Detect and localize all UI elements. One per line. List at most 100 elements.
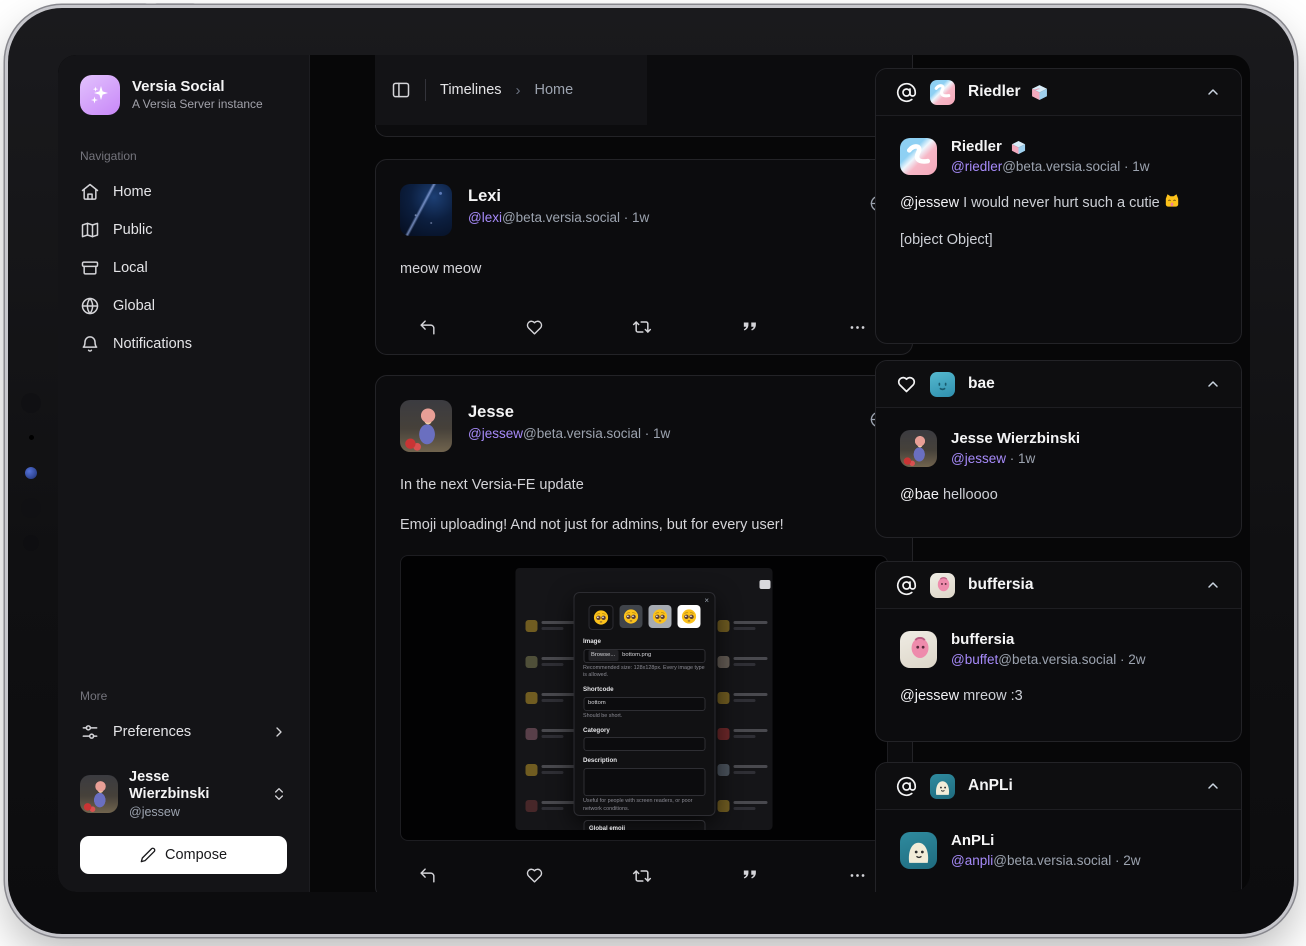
quote-icon[interactable] — [739, 865, 761, 887]
global-emoji-setting: Global emoji Can be used by every user, … — [583, 820, 705, 830]
panel-left-icon[interactable] — [391, 80, 411, 100]
user-name: Jesse Wierzbinski — [129, 769, 249, 804]
setting-label: Global emoji — [589, 825, 680, 830]
boost-icon[interactable] — [631, 316, 653, 338]
notification-header[interactable]: AnPLi — [876, 763, 1241, 810]
notification-text: @bae helloooo — [900, 484, 1217, 507]
post-card: Lexi @lexi@beta.versia.social · 1w meow … — [375, 159, 913, 355]
sidebar-item-local[interactable]: Local — [80, 249, 287, 287]
neocat-mlem-emoji — [1163, 192, 1181, 210]
sidebar-item-home[interactable]: Home — [80, 173, 287, 211]
shortcode-input: bottom — [583, 697, 705, 711]
reply-icon[interactable] — [416, 865, 438, 887]
more-icon[interactable] — [846, 316, 868, 338]
notification-handle: @anpli@beta.versia.social · 2w — [951, 853, 1141, 868]
notification-title: bae — [968, 375, 995, 393]
notification-card: Riedler Riedler @riedler@beta.versia.soc… — [875, 68, 1242, 344]
sidebar-item-public[interactable]: Public — [80, 211, 287, 249]
like-icon[interactable] — [524, 316, 546, 338]
post-author[interactable]: Lexi — [468, 186, 649, 207]
avatar[interactable] — [400, 400, 452, 452]
notification-author[interactable]: AnPLi — [951, 832, 994, 851]
notification-card: bae Jesse Wierzbinski @jessew · 1w @bae … — [875, 360, 1242, 538]
compose-button[interactable]: Compose — [80, 836, 287, 874]
notification-handle: @jessew · 1w — [951, 451, 1080, 466]
sidebar-item-preferences[interactable]: Preferences — [80, 713, 287, 751]
at-sign-icon — [896, 82, 917, 103]
sidebar-item-notifications[interactable]: Notifications — [80, 325, 287, 363]
more-icon[interactable] — [846, 865, 868, 887]
home-icon — [80, 182, 100, 202]
chevron-up-icon[interactable] — [1205, 84, 1221, 100]
sidebar: Versia Social A Versia Server instance N… — [58, 55, 310, 892]
post-author[interactable]: Jesse — [468, 402, 670, 423]
avatar[interactable] — [900, 430, 937, 467]
reply-icon[interactable] — [416, 316, 438, 338]
emoji-preview-tiles — [583, 605, 705, 630]
post-text: Emoji uploading! And not just for admins… — [400, 514, 888, 536]
sidebar-item-label: Notifications — [113, 336, 192, 352]
camera-lens — [21, 393, 41, 413]
camera-lens — [23, 535, 39, 551]
pencil-icon — [140, 847, 156, 863]
notification-title: AnPLi — [968, 777, 1013, 795]
quote-icon[interactable] — [739, 316, 761, 338]
notification-author[interactable]: buffersia — [951, 631, 1014, 650]
sidebar-item-label: Home — [113, 184, 152, 200]
app-subtitle: A Versia Server instance — [132, 97, 263, 113]
post-text: In the next Versia-FE update — [400, 474, 888, 496]
notification-text: @jessew I would never hurt such a cutie — [900, 192, 1217, 215]
at-sign-icon — [896, 575, 917, 596]
category-input — [583, 737, 705, 751]
breadcrumb-section[interactable]: Timelines — [440, 82, 502, 98]
preferences-label: Preferences — [113, 724, 191, 740]
chevron-right-icon — [271, 724, 287, 740]
avatar[interactable] — [900, 832, 937, 869]
map-icon — [80, 220, 100, 240]
notification-header[interactable]: bae — [876, 361, 1241, 408]
nav-section-label: Navigation — [80, 149, 287, 163]
bell-icon — [80, 334, 100, 354]
description-textarea — [583, 768, 705, 796]
sidebar-item-label: Public — [113, 222, 153, 238]
post-actions — [376, 312, 912, 338]
avatar[interactable] — [400, 184, 452, 236]
avatar — [930, 573, 955, 598]
notification-header[interactable]: buffersia — [876, 562, 1241, 609]
notification-header[interactable]: Riedler — [876, 69, 1241, 116]
account-switcher[interactable]: Jesse Wierzbinski @jessew — [80, 769, 287, 820]
field-hint: Useful for people with screen readers, o… — [583, 798, 705, 814]
avatar — [930, 80, 955, 105]
field-label: Description — [583, 756, 705, 766]
app-title: Versia Social — [132, 78, 263, 97]
sliders-icon — [80, 722, 100, 742]
at-sign-icon — [896, 776, 917, 797]
avatar — [930, 774, 955, 799]
notification-author[interactable]: Riedler — [951, 138, 1002, 157]
post-card: Jesse @jessew@beta.versia.social · 1w In… — [375, 375, 913, 892]
avatar[interactable] — [900, 138, 937, 175]
file-input: Browse...bottom.png — [583, 649, 705, 663]
camera-lens-blue — [25, 467, 37, 479]
chevron-up-icon[interactable] — [1205, 577, 1221, 593]
chevron-up-icon[interactable] — [1205, 778, 1221, 794]
notification-text: [object Object] — [900, 229, 1217, 252]
heart-icon — [896, 374, 917, 395]
notification-handle: @buffet@beta.versia.social · 2w — [951, 652, 1146, 667]
like-icon[interactable] — [524, 865, 546, 887]
sidebar-item-global[interactable]: Global — [80, 287, 287, 325]
archive-icon — [80, 258, 100, 278]
divider — [425, 79, 426, 101]
breadcrumb-separator-icon: › — [516, 82, 521, 99]
chevron-up-icon[interactable] — [1205, 376, 1221, 392]
avatar[interactable] — [900, 631, 937, 668]
post-attachment-image[interactable]: × Image Browse...bottom.png Recommended … — [400, 555, 888, 841]
chevrons-up-down-icon — [271, 786, 287, 802]
notification-title: Riedler — [968, 83, 1021, 101]
boost-icon[interactable] — [631, 865, 653, 887]
brand[interactable]: Versia Social A Versia Server instance — [80, 75, 287, 115]
notification-author[interactable]: Jesse Wierzbinski — [951, 430, 1080, 449]
breadcrumb-page[interactable]: Home — [535, 82, 574, 98]
camera-dot — [29, 435, 34, 440]
riedler-cube-emoji — [1011, 140, 1026, 155]
